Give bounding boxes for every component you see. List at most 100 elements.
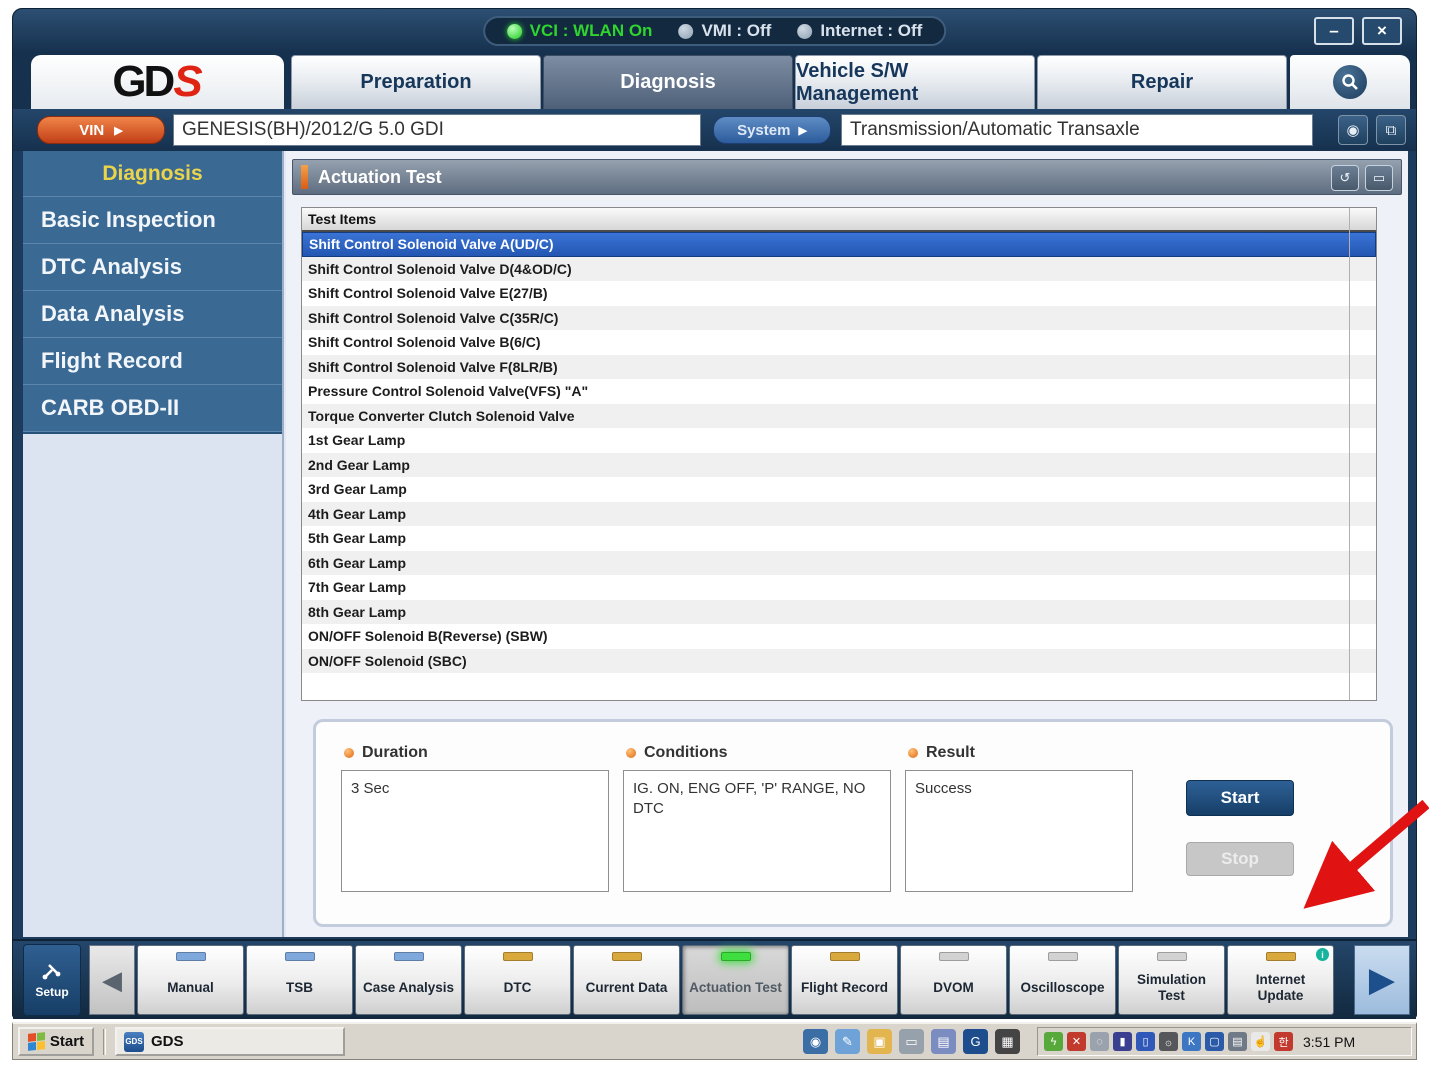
- taskbar-divider: [103, 1029, 106, 1055]
- table-row[interactable]: ON/OFF Solenoid B(Reverse) (SBW): [302, 624, 1376, 649]
- status-indicator-icon: [1266, 952, 1296, 961]
- body: Diagnosis Basic Inspection DTC Analysis …: [23, 151, 1408, 937]
- toolbar-button-flight-record[interactable]: Flight Record: [791, 945, 898, 1015]
- network-drive-icon[interactable]: ▯: [1136, 1032, 1155, 1051]
- address-book-icon[interactable]: ▤: [931, 1029, 956, 1054]
- table-row[interactable]: Shift Control Solenoid Valve C(35R/C): [302, 306, 1376, 331]
- photo-viewer-icon[interactable]: ▦: [995, 1029, 1020, 1054]
- start-menu-button[interactable]: Start: [18, 1027, 94, 1056]
- toolbar-button-label: Flight Record: [797, 961, 892, 1014]
- duration-value: 3 Sec: [341, 770, 609, 892]
- wireless-signal-icon[interactable]: ϟ: [1044, 1032, 1063, 1051]
- screenshot-root: VCI : WLAN On VMI : Off Internet : Off –…: [0, 0, 1429, 1069]
- search-tab[interactable]: [1290, 55, 1410, 109]
- toolbar-button-simulation-test[interactable]: Simulation Test: [1118, 945, 1225, 1015]
- update-agent-icon[interactable]: K: [1182, 1032, 1201, 1051]
- vin-arrow-icon: ▶: [114, 124, 122, 137]
- system-arrow-icon: ▶: [798, 124, 806, 137]
- table-row[interactable]: 5th Gear Lamp: [302, 526, 1376, 551]
- vehicle-input[interactable]: GENESIS(BH)/2012/G 5.0 GDI: [173, 114, 701, 146]
- table-row[interactable]: 3rd Gear Lamp: [302, 477, 1376, 502]
- toolbar-button-dvom[interactable]: DVOM: [900, 945, 1007, 1015]
- gds-launcher-icon[interactable]: G: [963, 1029, 988, 1054]
- sidebar-item-flight-record[interactable]: Flight Record: [23, 338, 282, 385]
- computer-icon[interactable]: ▭: [899, 1029, 924, 1054]
- messenger-icon[interactable]: ✎: [835, 1029, 860, 1054]
- table-row[interactable]: Shift Control Solenoid Valve B(6/C): [302, 330, 1376, 355]
- table-row[interactable]: 4th Gear Lamp: [302, 502, 1376, 527]
- close-button[interactable]: ×: [1362, 17, 1402, 45]
- tab-label: Vehicle S/W Management: [796, 60, 1034, 106]
- table-row[interactable]: Shift Control Solenoid Valve A(UD/C): [302, 232, 1376, 257]
- sidebar-item-data-analysis[interactable]: Data Analysis: [23, 291, 282, 338]
- retry-icon[interactable]: ↺: [1331, 165, 1359, 191]
- tab-repair[interactable]: Repair: [1037, 55, 1287, 109]
- stop-button[interactable]: Stop: [1186, 842, 1294, 876]
- vin-button[interactable]: VIN ▶: [37, 116, 165, 144]
- touch-input-icon[interactable]: ☝: [1251, 1032, 1270, 1051]
- toolbar-button-oscilloscope[interactable]: Oscilloscope: [1009, 945, 1116, 1015]
- dual-display-icon[interactable]: ⧉: [1376, 115, 1406, 145]
- security-agent-icon[interactable]: ۞: [1159, 1032, 1178, 1051]
- test-item-label: Shift Control Solenoid Valve A(UD/C): [309, 236, 554, 252]
- result-label: Result: [908, 744, 975, 762]
- sidebar-item-dtc-analysis[interactable]: DTC Analysis: [23, 244, 282, 291]
- toolbar-button-label: Manual: [163, 961, 218, 1014]
- display-settings-icon[interactable]: ▢: [1205, 1032, 1224, 1051]
- tab-vehicle-s-w-management[interactable]: Vehicle S/W Management: [795, 55, 1035, 109]
- status-vmi: VMI : Off: [678, 21, 771, 41]
- taskbar-app-gds[interactable]: GDS GDS: [115, 1027, 345, 1056]
- table-row[interactable]: Pressure Control Solenoid Valve(VFS) "A": [302, 379, 1376, 404]
- sidebar-item-carb-obd-ii[interactable]: CARB OBD-II: [23, 385, 282, 432]
- table-row[interactable]: Shift Control Solenoid Valve D(4&OD/C): [302, 257, 1376, 282]
- test-item-label: Shift Control Solenoid Valve D(4&OD/C): [308, 261, 572, 277]
- tab-diagnosis[interactable]: Diagnosis: [543, 55, 793, 109]
- table-row[interactable]: Torque Converter Clutch Solenoid Valve: [302, 404, 1376, 429]
- audio-muted-icon[interactable]: ✕: [1067, 1032, 1086, 1051]
- test-item-label: Shift Control Solenoid Valve F(8LR/B): [308, 359, 558, 375]
- test-item-label: 4th Gear Lamp: [308, 506, 406, 522]
- toolbar-scroll-right-icon[interactable]: ▶: [1354, 945, 1410, 1015]
- status-indicator-icon: [721, 952, 751, 961]
- media-player-icon[interactable]: ◉: [803, 1029, 828, 1054]
- language-bar-icon[interactable]: 한: [1274, 1032, 1293, 1051]
- setup-button[interactable]: Setup: [23, 944, 81, 1016]
- table-row[interactable]: 8th Gear Lamp: [302, 600, 1376, 625]
- folder-icon[interactable]: ▣: [867, 1029, 892, 1054]
- toolbar-button-tsb[interactable]: TSB: [246, 945, 353, 1015]
- table-row[interactable]: Shift Control Solenoid Valve F(8LR/B): [302, 355, 1376, 380]
- status-dot-icon: [507, 24, 522, 39]
- capture-icon[interactable]: ◉: [1338, 115, 1368, 145]
- table-row[interactable]: 1st Gear Lamp: [302, 428, 1376, 453]
- toolbar-button-actuation-test[interactable]: Actuation Test: [682, 945, 789, 1015]
- collapse-panel-icon[interactable]: ▭: [1365, 165, 1393, 191]
- status-indicator-icon: [1157, 952, 1187, 961]
- table-row[interactable]: 6th Gear Lamp: [302, 551, 1376, 576]
- toolbar-button-current-data[interactable]: Current Data: [573, 945, 680, 1015]
- duration-label-text: Duration: [362, 744, 428, 762]
- toolbar-button-label: DTC: [500, 961, 536, 1014]
- toolbar-button-dtc[interactable]: DTC: [464, 945, 571, 1015]
- usb-device-icon[interactable]: ▮: [1113, 1032, 1132, 1051]
- system-input[interactable]: Transmission/Automatic Transaxle: [841, 114, 1313, 146]
- toolbar-button-case-analysis[interactable]: Case Analysis: [355, 945, 462, 1015]
- table-row[interactable]: Shift Control Solenoid Valve E(27/B): [302, 281, 1376, 306]
- toolbar-button-internet-update[interactable]: Internet Update i: [1227, 945, 1334, 1015]
- gds-application-window: VCI : WLAN On VMI : Off Internet : Off –…: [12, 8, 1417, 1018]
- tab-preparation[interactable]: Preparation: [291, 55, 541, 109]
- table-row[interactable]: 7th Gear Lamp: [302, 575, 1376, 600]
- minimize-button[interactable]: –: [1314, 17, 1354, 45]
- printer-icon[interactable]: ▤: [1228, 1032, 1247, 1051]
- toolbar-button-manual[interactable]: Manual: [137, 945, 244, 1015]
- tab-label: Repair: [1131, 71, 1193, 94]
- table-row[interactable]: ON/OFF Solenoid (SBC): [302, 649, 1376, 674]
- start-button[interactable]: Start: [1186, 780, 1294, 816]
- result-value: Success: [905, 770, 1133, 892]
- tab-label: Diagnosis: [620, 71, 716, 94]
- sidebar-item-basic-inspection[interactable]: Basic Inspection: [23, 197, 282, 244]
- system-button[interactable]: System ▶: [713, 116, 831, 144]
- volume-icon[interactable]: ◌: [1090, 1032, 1109, 1051]
- toolbar-scroll-left-icon[interactable]: ◀: [89, 945, 135, 1015]
- table-row[interactable]: 2nd Gear Lamp: [302, 453, 1376, 478]
- bullet-icon: [344, 748, 354, 758]
